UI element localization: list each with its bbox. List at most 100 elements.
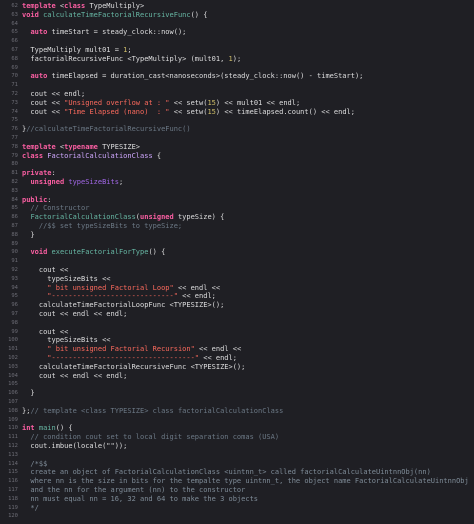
code-text: " bit unsigned Factorial Recursion" << e… — [22, 345, 241, 353]
code-line[interactable]: 103 calculateTimeFactorialRecursiveFunc … — [0, 363, 474, 372]
code-line[interactable]: 86 FactorialCalculationClass(unsigned ty… — [0, 213, 474, 222]
code-line[interactable]: 92 cout << — [0, 266, 474, 275]
line-number: 120 — [8, 513, 18, 520]
code-token: } — [22, 389, 35, 398]
code-text: nn must equal nn = 16, 32 and 64 to make… — [22, 495, 258, 503]
code-line[interactable]: 75 — [0, 116, 474, 125]
line-number: 69 — [11, 64, 18, 71]
line-number: 106 — [8, 390, 18, 397]
code-line[interactable]: 93 typeSizeBits << — [0, 275, 474, 284]
code-line[interactable]: 110 int main() { — [0, 424, 474, 433]
code-line[interactable]: 78 template <typename TYPESIZE> — [0, 143, 474, 152]
code-line[interactable]: 85 // Constructor — [0, 204, 474, 213]
code-line[interactable]: 95 "-----------------------------" << en… — [0, 292, 474, 301]
code-token: cout << — [22, 327, 69, 336]
line-number: 63 — [11, 11, 18, 18]
line-number: 94 — [11, 284, 18, 291]
code-token: typeSizeBits — [68, 178, 119, 186]
line-number: 96 — [11, 302, 18, 309]
code-token: : — [51, 169, 56, 178]
line-number: 100 — [8, 337, 18, 344]
code-line[interactable]: 100 typeSizeBits << — [0, 336, 474, 345]
code-line[interactable]: 104 cout << endl << endl; — [0, 372, 474, 381]
code-text: "----------------------------------" << … — [22, 354, 237, 362]
code-text: cout << endl << endl; — [22, 372, 128, 380]
code-line[interactable]: 112 cout.imbue(locale("")); — [0, 442, 474, 451]
code-line[interactable]: 83 — [0, 187, 474, 196]
code-token: nn must equal nn = 16, 32 and 64 to make… — [22, 494, 259, 503]
code-text: unsigned typeSizeBits; — [22, 178, 123, 186]
code-token: "-----------------------------" — [47, 292, 178, 301]
code-line[interactable]: 77 — [0, 134, 474, 143]
line-number: 67 — [11, 47, 18, 53]
code-line[interactable]: 117 and the nn for the argument (nn) to … — [0, 486, 474, 495]
code-line[interactable]: 91 — [0, 257, 474, 266]
code-token: < — [55, 2, 65, 10]
line-number: 97 — [11, 311, 18, 317]
code-text: FactorialCalculationClass(unsigned typeS… — [22, 213, 224, 221]
code-text: cout << — [22, 266, 69, 274]
code-line[interactable]: 116 where nn is the size in bits for the… — [0, 477, 474, 486]
code-line[interactable]: 64 — [0, 20, 474, 29]
code-line[interactable]: 108};// template <class TYPESIZE> class … — [0, 407, 474, 416]
code-line[interactable]: 74 cout << "Time Elapsed (nano) : " << s… — [0, 108, 474, 117]
code-line[interactable]: 109 — [0, 416, 474, 425]
code-text: calculateTimeFactorialRecursiveFunc <TYP… — [22, 363, 246, 371]
code-token: unsigned — [30, 178, 65, 186]
code-line[interactable]: 76}//calculateTimeFactorialRecursiveFunc… — [0, 125, 474, 134]
code-line[interactable]: 80 — [0, 160, 474, 169]
code-token: //calculateTimeFactorialRecursiveFunc() — [26, 125, 191, 134]
code-line[interactable]: 69 — [0, 64, 474, 73]
code-line[interactable]: 65 auto timeStart = steady_clock::now(); — [0, 28, 474, 37]
code-editor[interactable]: 62 template <class TypeMultiply> 63 void ca… — [0, 0, 474, 524]
line-number: 78 — [11, 143, 18, 150]
code-line[interactable]: 105 — [0, 380, 474, 389]
code-line[interactable]: 114 /*$$ — [0, 460, 474, 469]
code-line[interactable]: 66 — [0, 37, 474, 46]
code-line[interactable]: 63 void calculateTimeFactorialRecursiveFu… — [0, 11, 474, 20]
code-text: void calculateTimeFactorialRecursiveFunc… — [22, 11, 207, 19]
code-line[interactable]: 89 — [0, 240, 474, 249]
code-line[interactable]: 67 TypeMultiply mult01 = 1; — [0, 46, 474, 55]
code-line[interactable]: 120 — [0, 512, 474, 521]
code-text: cout << endl << endl; — [22, 310, 128, 318]
line-number: 65 — [11, 29, 18, 36]
code-line[interactable]: 71 — [0, 81, 474, 90]
code-line[interactable]: 70 auto timeElapsed = duration_cast<nano… — [0, 72, 474, 81]
code-line[interactable]: 87 //$$ set typeSizeBits to typeSize; — [0, 222, 474, 231]
code-line[interactable]: 111 // condition cout set to local digit… — [0, 433, 474, 442]
code-line[interactable]: 96 calculateTimeFactorialLoopFunc <TYPES… — [0, 301, 474, 310]
code-line[interactable]: 72 cout << endl; — [0, 90, 474, 99]
code-line[interactable]: 84 public: — [0, 196, 474, 205]
code-line[interactable]: 119 */ — [0, 504, 474, 513]
code-token: << endl << — [173, 283, 221, 292]
code-line[interactable]: 94 " bit unsigned Factorial Loop" << end… — [0, 284, 474, 293]
code-line[interactable]: 115 create an object of FactorialCalcula… — [0, 468, 474, 477]
code-line[interactable]: 102 "----------------------------------"… — [0, 354, 474, 363]
code-line[interactable]: 107 — [0, 398, 474, 407]
code-line[interactable]: 88 } — [0, 231, 474, 240]
code-line[interactable]: 106 } — [0, 389, 474, 398]
code-line[interactable]: 81 private: — [0, 169, 474, 178]
code-line[interactable]: 113 — [0, 451, 474, 460]
code-line[interactable]: 118 nn must equal nn = 16, 32 and 64 to … — [0, 495, 474, 504]
code-line[interactable]: 68 factorialRecursiveFunc <TypeMultiply>… — [0, 55, 474, 64]
line-number: 95 — [11, 293, 18, 300]
code-token: ); — [232, 54, 242, 63]
code-line[interactable]: 79 class FactorialCalculationClass { — [0, 152, 474, 161]
line-number: 117 — [8, 487, 18, 493]
code-line[interactable]: 73 cout << "Unsigned overflow at : " << … — [0, 99, 474, 108]
code-line[interactable]: 101 " bit unsigned Factorial Recursion" … — [0, 345, 474, 354]
code-text: void executeFactorialForType() { — [22, 248, 165, 256]
code-line[interactable]: 99 cout << — [0, 328, 474, 337]
code-token: ; — [118, 178, 124, 186]
line-number: 81 — [11, 170, 18, 177]
code-line[interactable]: 82 unsigned typeSizeBits; — [0, 178, 474, 187]
code-text: typeSizeBits << — [22, 275, 110, 283]
code-line[interactable]: 62 template <class TypeMultiply> — [0, 2, 474, 11]
code-line[interactable]: 98 — [0, 319, 474, 328]
code-line[interactable]: 90 void executeFactorialForType() { — [0, 248, 474, 257]
code-line[interactable]: 97 cout << endl << endl; — [0, 310, 474, 319]
code-text: };// template <class TYPESIZE> class fac… — [22, 407, 283, 415]
